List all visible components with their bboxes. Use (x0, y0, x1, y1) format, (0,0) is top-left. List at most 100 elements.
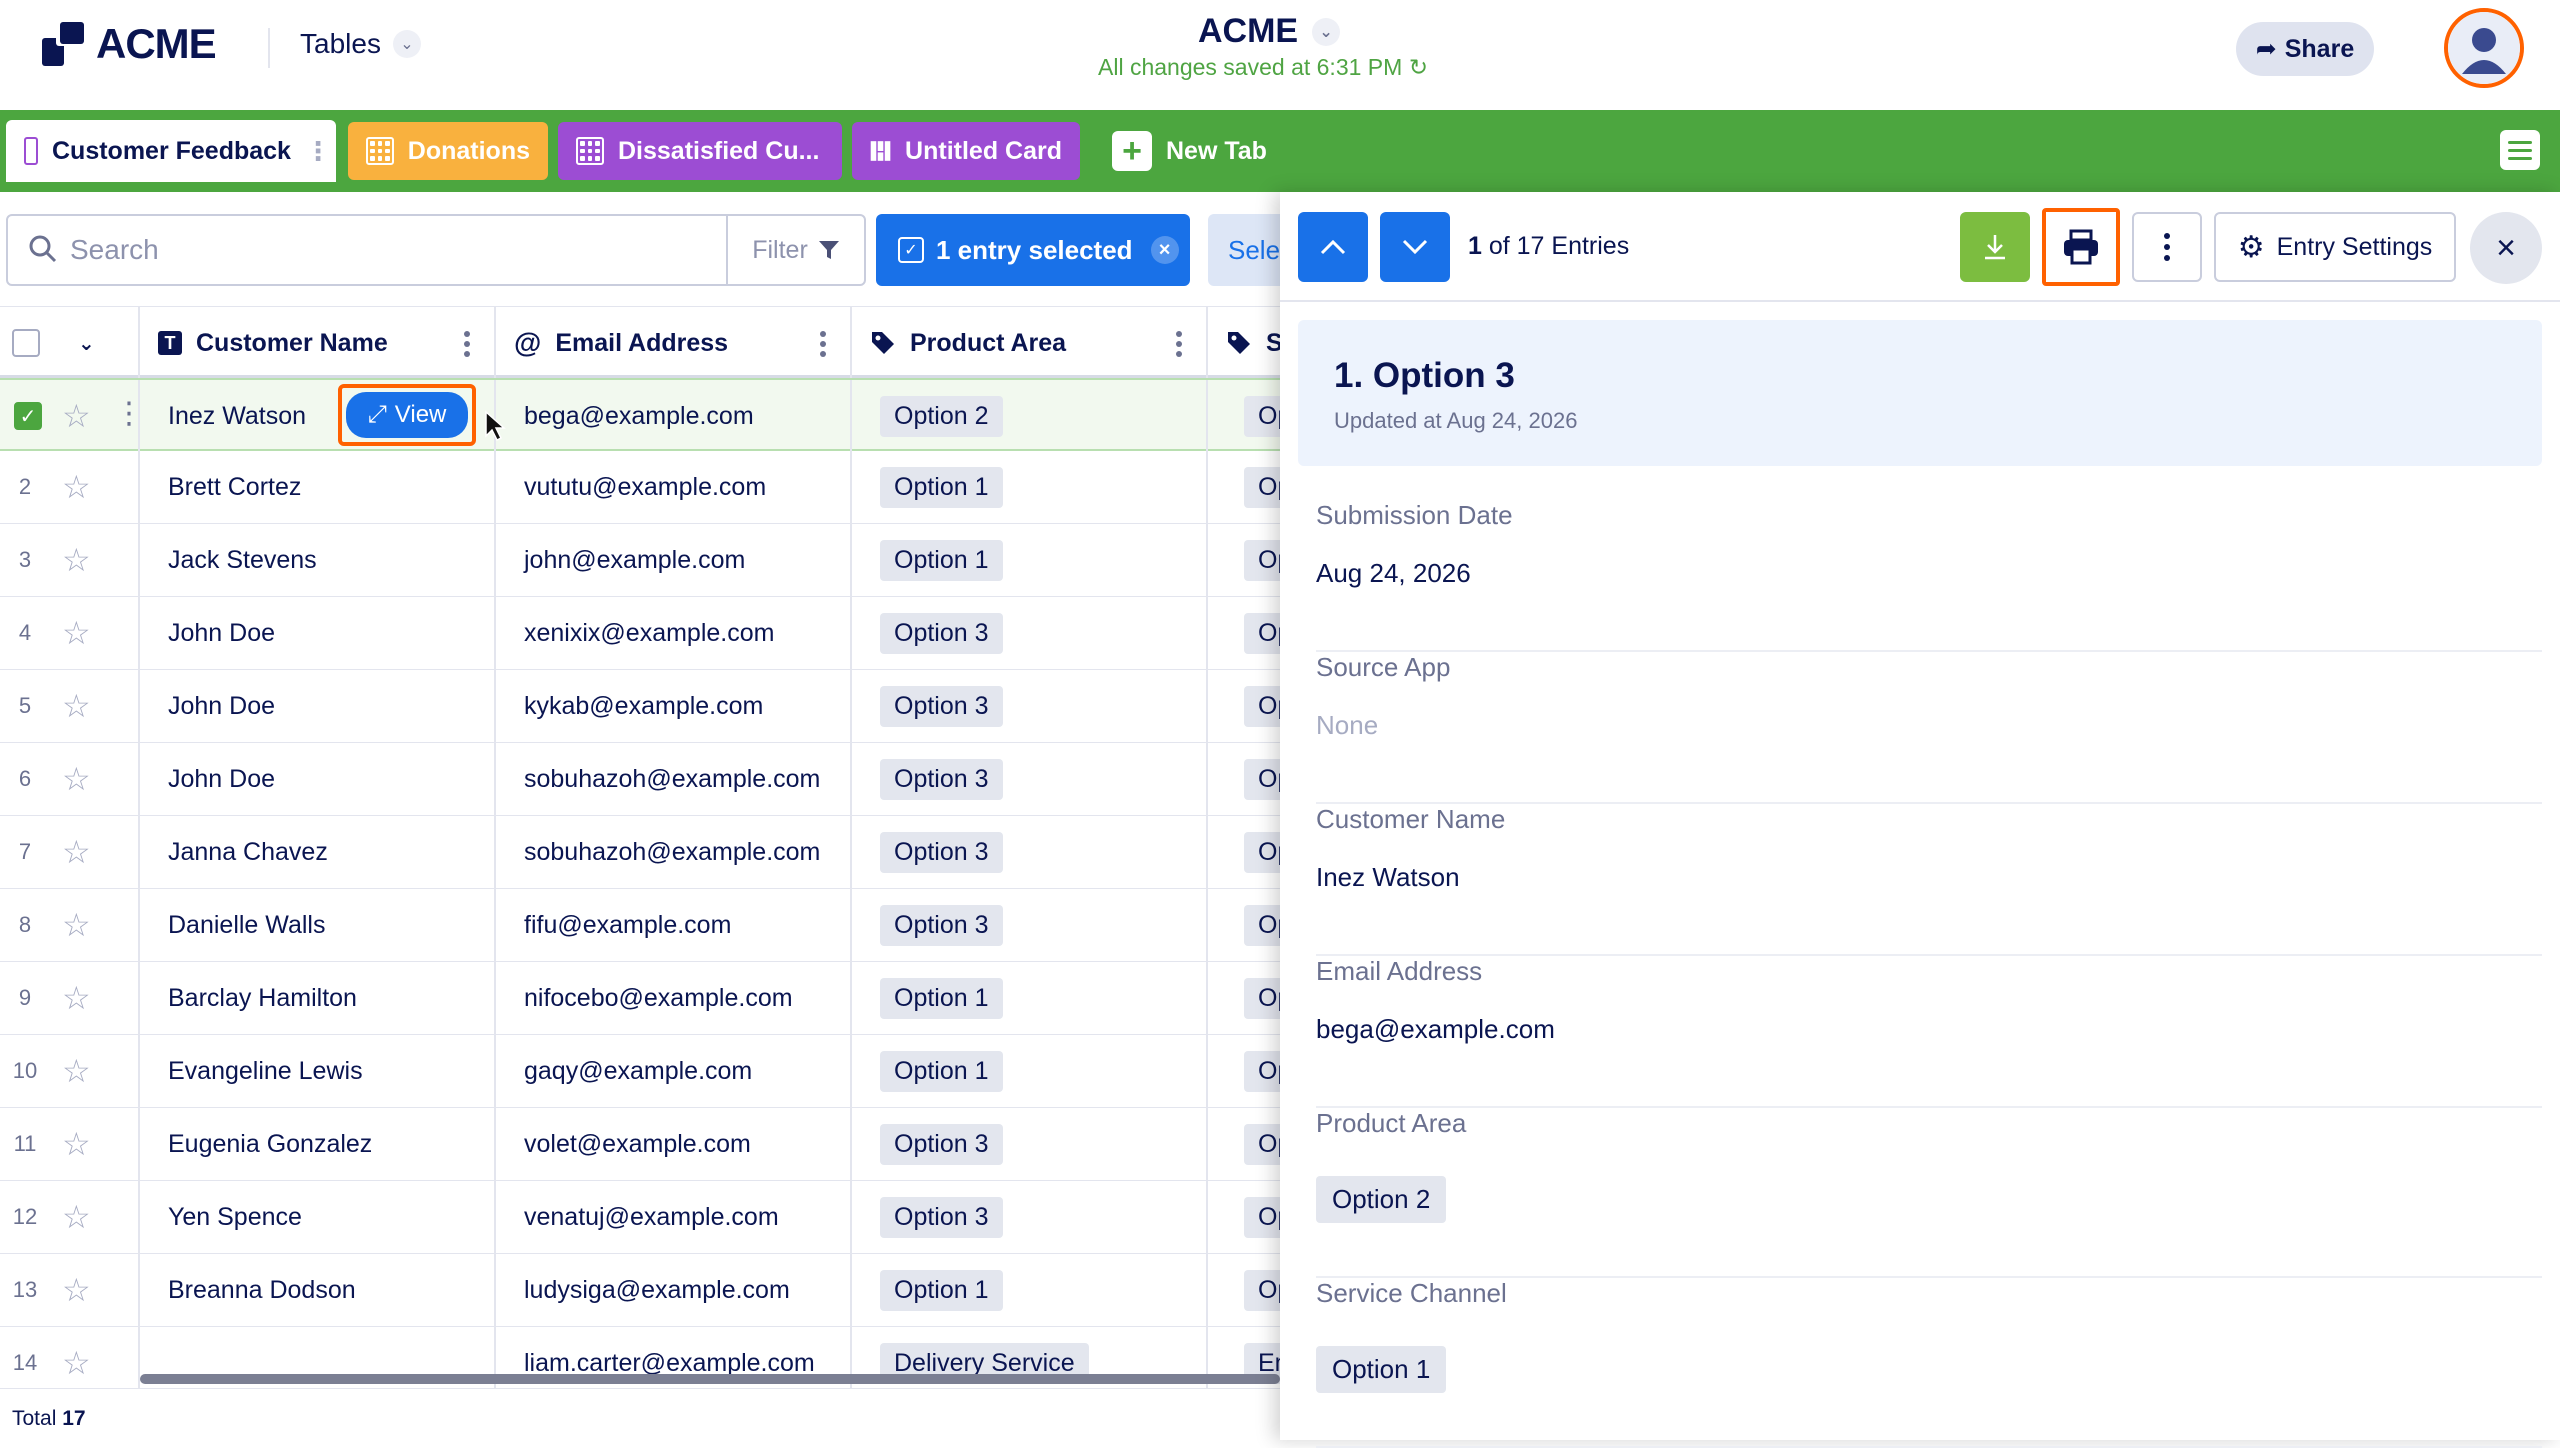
next-entry-button[interactable] (1380, 212, 1450, 282)
chevron-down-icon[interactable]: ⌄ (78, 331, 95, 356)
star-icon[interactable]: ☆ (62, 982, 91, 1014)
row-checkbox[interactable]: ✓ (14, 402, 42, 430)
column-header-customer-name[interactable]: T Customer Name (140, 307, 496, 379)
entry-settings-button[interactable]: ⚙ Entry Settings (2214, 212, 2456, 282)
table-row[interactable]: 12 ☆ Yen Spence venatuj@example.com Option 3… (0, 1181, 1280, 1254)
field-value[interactable]: Aug 24, 2026 (1316, 558, 1471, 589)
tab-untitled-card[interactable]: Untitled Card (852, 122, 1080, 180)
cell-product-area[interactable]: Option 1 (852, 451, 1208, 523)
tab-donations[interactable]: Donations (348, 122, 548, 180)
cell-service[interactable]: Op (1208, 451, 1280, 523)
table-row[interactable]: 10 ☆ Evangeline Lewis gaqy@example.com Optio… (0, 1035, 1280, 1108)
cell-customer-name[interactable]: Brett Cortez (140, 451, 496, 523)
field-value[interactable]: bega@example.com (1316, 1014, 1555, 1045)
search-input[interactable] (8, 217, 528, 283)
cell-customer-name[interactable]: Breanna Dodson (140, 1254, 496, 1326)
cell-service[interactable]: Op (1208, 962, 1280, 1034)
cell-service[interactable]: Op (1208, 816, 1280, 888)
cell-customer-name[interactable]: Yen Spence (140, 1181, 496, 1253)
cell-customer-name[interactable]: John Doe (140, 670, 496, 742)
table-row[interactable]: 11 ☆ Eugenia Gonzalez volet@example.com Opti… (0, 1108, 1280, 1181)
star-icon[interactable]: ☆ (62, 690, 91, 722)
star-icon[interactable]: ☆ (62, 836, 91, 868)
cell-service[interactable]: Op (1208, 670, 1280, 742)
table-row[interactable]: 5☆John Doekykab@example.comOption 3Op (0, 670, 1280, 743)
view-entry-button[interactable]: ⤢ View (338, 384, 476, 446)
app-title[interactable]: ACME ⌄ (1198, 12, 1341, 51)
cell-product-area[interactable]: Option 3 (852, 743, 1208, 815)
table-row[interactable]: 3☆Jack Stevensjohn@example.comOption 1Op (0, 524, 1280, 597)
cell-service[interactable]: Op (1208, 1108, 1280, 1180)
tab-customer-feedback[interactable]: Customer Feedback ⋮ (6, 120, 336, 182)
cell-email[interactable]: gaqy@example.com (496, 1035, 852, 1107)
cell-email[interactable]: sobuhazoh@example.com (496, 816, 852, 888)
cell-product-area[interactable]: Option 3 (852, 889, 1208, 961)
cell-product-area[interactable]: Option 1 (852, 1254, 1208, 1326)
previous-entry-button[interactable] (1298, 212, 1368, 282)
cell-email[interactable]: nifocebo@example.com (496, 962, 852, 1034)
column-header-product-area[interactable]: Product Area (852, 307, 1208, 379)
field-value[interactable]: Option 1 (1316, 1346, 1447, 1393)
field-value[interactable]: Inez Watson (1316, 862, 1460, 893)
more-options-button[interactable] (2132, 212, 2202, 282)
hamburger-menu-button[interactable] (2500, 130, 2540, 170)
cell-product-area[interactable]: Option 3 (852, 1181, 1208, 1253)
cell-service[interactable]: Op (1208, 889, 1280, 961)
row-options-icon[interactable]: ⋮ (114, 396, 138, 431)
clear-selection-icon[interactable]: × (1150, 236, 1179, 264)
star-icon[interactable]: ☆ (62, 1347, 91, 1379)
cell-customer-name[interactable]: Barclay Hamilton (140, 962, 496, 1034)
new-tab-button[interactable]: + New Tab (1094, 120, 1294, 182)
cell-service[interactable]: Op (1208, 1181, 1280, 1253)
cell-product-area[interactable]: Option 1 (852, 962, 1208, 1034)
table-row[interactable]: 8 ☆ Danielle Walls fifu@example.com Option 3… (0, 889, 1280, 962)
cell-email[interactable]: sobuhazoh@example.com (496, 743, 852, 815)
table-row[interactable]: 7 ☆ Janna Chavez sobuhazoh@example.com Optio… (0, 816, 1280, 889)
close-panel-button[interactable]: × (2470, 212, 2542, 284)
filter-button[interactable]: Filter (726, 216, 864, 284)
table-row[interactable]: 9 ☆ Barclay Hamilton nifocebo@example.com Op… (0, 962, 1280, 1035)
cell-email[interactable]: volet@example.com (496, 1108, 852, 1180)
cell-service[interactable]: Op (1208, 380, 1280, 452)
cell-email[interactable]: kykab@example.com (496, 670, 852, 742)
column-options-icon[interactable] (820, 331, 826, 357)
star-icon[interactable]: ☆ (62, 617, 91, 649)
tab-options-icon[interactable]: ⋮ (305, 136, 331, 167)
cell-email[interactable]: ludysiga@example.com (496, 1254, 852, 1326)
download-button[interactable] (1960, 212, 2030, 282)
cell-customer-name[interactable]: Jack Stevens (140, 524, 496, 596)
cell-customer-name[interactable]: Danielle Walls (140, 889, 496, 961)
field-value[interactable]: Option 2 (1316, 1176, 1447, 1223)
table-row[interactable]: 13 ☆ Breanna Dodson ludysiga@example.com Opt… (0, 1254, 1280, 1327)
cell-customer-name[interactable]: Evangeline Lewis (140, 1035, 496, 1107)
star-icon[interactable]: ☆ (62, 1274, 91, 1306)
cell-service[interactable]: Op (1208, 524, 1280, 596)
cell-product-area[interactable]: Option 2 (852, 380, 1208, 452)
select-all-checkbox[interactable] (12, 329, 40, 357)
cell-service[interactable]: Op (1208, 597, 1280, 669)
field-value[interactable]: None (1316, 710, 1378, 741)
cell-product-area[interactable]: Option 3 (852, 670, 1208, 742)
cell-product-area[interactable]: Option 3 (852, 816, 1208, 888)
star-icon[interactable]: ☆ (62, 1201, 91, 1233)
cell-email[interactable]: john@example.com (496, 524, 852, 596)
selection-chip[interactable]: ✓ 1 entry selected × (876, 214, 1190, 286)
cell-product-area[interactable]: Option 3 (852, 1108, 1208, 1180)
star-icon[interactable]: ☆ (62, 1055, 91, 1087)
cell-email[interactable]: fifu@example.com (496, 889, 852, 961)
acme-logo[interactable]: ACME (42, 20, 217, 68)
cell-email[interactable]: vututu@example.com (496, 451, 852, 523)
cell-email[interactable]: venatuj@example.com (496, 1181, 852, 1253)
cell-customer-name[interactable]: John Doe (140, 743, 496, 815)
cell-customer-name[interactable]: Eugenia Gonzalez (140, 1108, 496, 1180)
table-row[interactable]: 2 ☆ Brett Cortez vututu@example.com Option 1… (0, 451, 1280, 524)
share-button[interactable]: ➦ Share (2236, 22, 2374, 76)
cell-email[interactable]: xenixix@example.com (496, 597, 852, 669)
star-icon[interactable]: ☆ (62, 544, 91, 576)
select-button[interactable]: Sele (1208, 214, 1288, 286)
cell-service[interactable]: Op (1208, 743, 1280, 815)
horizontal-scrollbar[interactable] (140, 1374, 1280, 1384)
tab-dissatisfied[interactable]: Dissatisfied Cu... (558, 122, 842, 180)
cell-customer-name[interactable]: Janna Chavez (140, 816, 496, 888)
cell-email[interactable]: bega@example.com (496, 380, 852, 452)
